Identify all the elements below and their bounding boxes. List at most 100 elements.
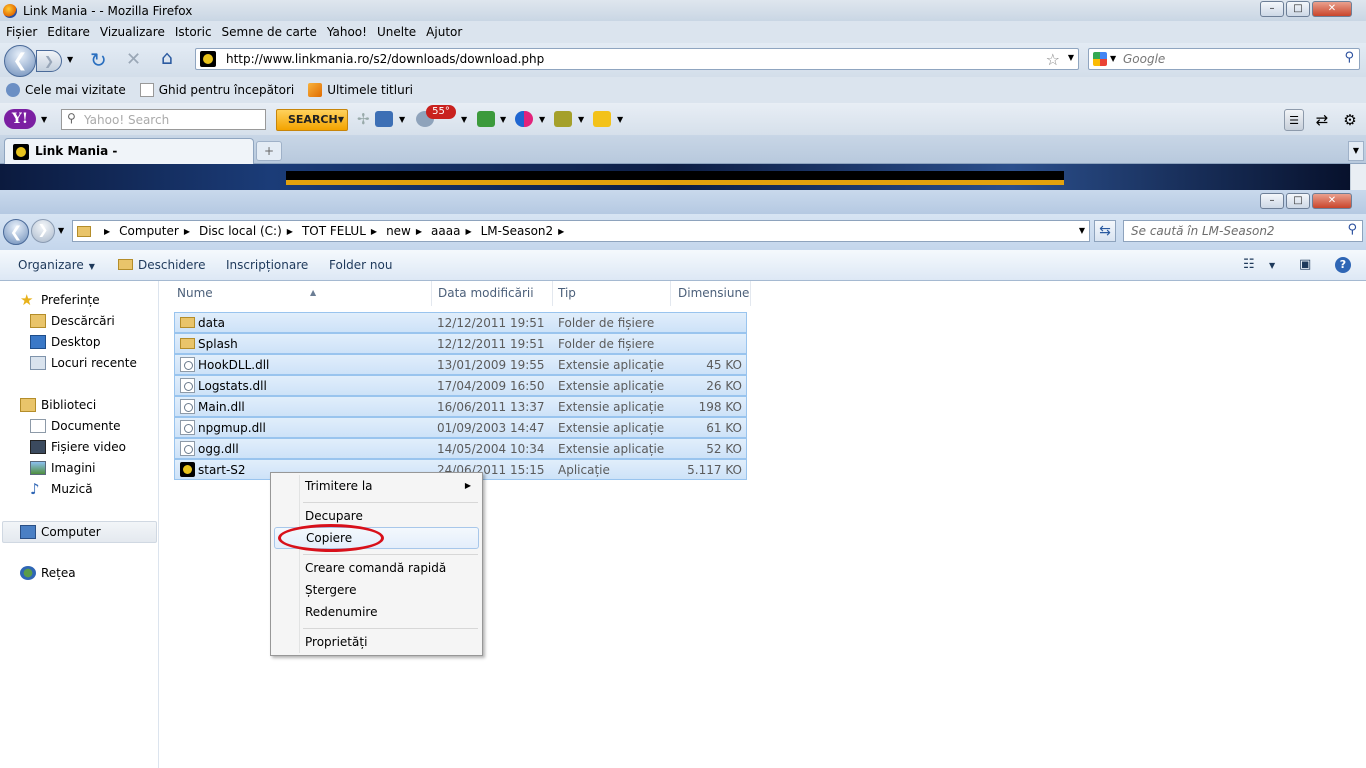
search-engine-dropdown-icon[interactable]: ▼ <box>1110 54 1116 63</box>
open-button[interactable]: Deschidere <box>118 258 205 272</box>
forward-button[interactable]: ❯ <box>36 50 62 72</box>
nav-music[interactable]: ♪ Muzică <box>30 482 93 497</box>
tab-list-dropdown-icon[interactable]: ▼ <box>1348 141 1364 161</box>
menu-item-delete[interactable]: Ștergere <box>274 579 479 601</box>
list-icon[interactable]: ☰ <box>1284 109 1304 131</box>
back-button[interactable]: ❮ <box>4 45 36 77</box>
menu-file[interactable]: Fișier <box>6 25 37 39</box>
page-scrollbar[interactable] <box>1350 164 1366 190</box>
menu-edit[interactable]: Editare <box>47 25 90 39</box>
menu-item-cut[interactable]: Decupare <box>274 505 479 527</box>
radio-dropdown-icon[interactable]: ▼ <box>500 115 506 124</box>
search-bar[interactable]: ▼ Google ⚲ <box>1088 48 1360 70</box>
new-folder-button[interactable]: Folder nou <box>329 258 392 272</box>
chevron-right-icon[interactable]: ▶ <box>184 227 190 236</box>
bookmark-latest-headlines[interactable]: Ultimele titluri <box>308 83 413 97</box>
nav-libraries[interactable]: Biblioteci <box>20 398 96 412</box>
organize-button[interactable]: Organizare ▼ <box>18 258 95 272</box>
url-dropdown-icon[interactable]: ▼ <box>1068 53 1074 62</box>
tab-link-mania[interactable]: Link Mania - <box>4 138 254 164</box>
breadcrumb-local-disk[interactable]: Disc local (C:) ▶ <box>199 224 302 238</box>
stop-icon[interactable]: ✕ <box>126 49 141 70</box>
menu-view[interactable]: Vizualizare <box>100 25 165 39</box>
breadcrumb-aaaa[interactable]: aaaa ▶ <box>431 224 481 238</box>
view-dropdown-icon[interactable]: ▼ <box>1269 261 1275 270</box>
nav-pictures[interactable]: Imagini <box>30 461 95 475</box>
yahoo-search-input[interactable]: ⚲ Yahoo! Search <box>61 109 266 130</box>
chevron-right-icon[interactable]: ▶ <box>416 227 422 236</box>
nav-downloads[interactable]: Descărcări <box>30 314 115 328</box>
help-icon[interactable]: ? <box>1335 257 1351 273</box>
breadcrumb[interactable]: ▶ Computer ▶ Disc local (C:) ▶ TOT FELUL ▶ … <box>72 220 1090 242</box>
search-icon[interactable]: ⚲ <box>1344 50 1354 65</box>
preview-pane-icon[interactable]: ▣ <box>1299 257 1311 272</box>
minimize-button[interactable]: – <box>1260 1 1284 17</box>
gear-icon[interactable]: ⚙ <box>1340 109 1360 131</box>
home-icon[interactable]: ⌂ <box>161 47 173 69</box>
nav-favorites[interactable]: ★ Preferințe <box>20 293 100 308</box>
table-row[interactable]: data 12/12/2011 19:51 Folder de fișiere <box>174 312 747 333</box>
column-header-size[interactable]: Dimensiune <box>673 281 751 306</box>
nav-recent-places[interactable]: Locuri recente <box>30 356 137 370</box>
chevron-right-icon[interactable]: ▶ <box>558 227 564 236</box>
nav-network[interactable]: Rețea <box>20 566 76 580</box>
close-button[interactable]: ✕ <box>1312 1 1352 17</box>
flickr-dropdown-icon[interactable]: ▼ <box>539 115 545 124</box>
yahoo-logo[interactable]: Y! <box>4 109 36 129</box>
chevron-right-icon[interactable]: ▶ <box>465 227 471 236</box>
refresh-icon[interactable]: ⇆ <box>1094 220 1116 242</box>
menu-item-rename[interactable]: Redenumire <box>274 601 479 623</box>
nav-videos[interactable]: Fișiere video <box>30 440 126 454</box>
table-row[interactable]: Logstats.dll 17/04/2009 16:50 Extensie apl… <box>174 375 747 396</box>
table-row[interactable]: Splash 12/12/2011 19:51 Folder de fișiere <box>174 333 747 354</box>
column-header-modified[interactable]: Data modificării <box>433 281 553 306</box>
menu-bookmarks[interactable]: Semne de carte <box>222 25 317 39</box>
table-row[interactable]: ogg.dll 14/05/2004 10:34 Extensie aplicați… <box>174 438 747 459</box>
answers-dropdown-icon[interactable]: ▼ <box>578 115 584 124</box>
folder-search-input[interactable]: Se caută în LM-Season2 ⚲ <box>1123 220 1363 242</box>
flickr-icon[interactable] <box>515 111 533 127</box>
radio-icon[interactable] <box>477 111 495 127</box>
menu-item-properties[interactable]: Proprietăți <box>274 631 479 653</box>
maximize-button[interactable]: □ <box>1286 1 1310 17</box>
burn-button[interactable]: Inscripționare <box>226 258 308 272</box>
view-options-icon[interactable]: ☷ <box>1243 257 1255 272</box>
breadcrumb-lm-season2[interactable]: LM-Season2 ▶ <box>481 224 574 238</box>
column-header-name[interactable]: Nume ▲ <box>172 281 432 306</box>
mail-dropdown-icon[interactable]: ▼ <box>399 115 405 124</box>
menu-history[interactable]: Istoric <box>175 25 212 39</box>
yahoo-search-button[interactable]: SEARCH ▼ <box>276 109 348 131</box>
menu-item-create-shortcut[interactable]: Creare comandă rapidă <box>274 557 479 579</box>
column-header-type[interactable]: Tip <box>553 281 671 306</box>
breadcrumb-new[interactable]: new ▶ <box>386 224 431 238</box>
address-dropdown-icon[interactable]: ▼ <box>1079 226 1085 235</box>
menu-item-send-to[interactable]: Trimitere la ▶ <box>274 475 479 497</box>
maximize-button[interactable]: □ <box>1286 193 1310 209</box>
new-tab-button[interactable]: + <box>256 141 282 161</box>
menu-help[interactable]: Ajutor <box>426 25 462 39</box>
chevron-down-icon[interactable]: ▼ <box>338 110 344 130</box>
google-icon[interactable] <box>1093 52 1107 66</box>
menu-yahoo[interactable]: Yahoo! <box>327 25 367 39</box>
yahoo-dropdown-icon[interactable]: ▼ <box>41 115 47 124</box>
reload-icon[interactable]: ↻ <box>90 48 107 72</box>
swap-icon[interactable]: ⇄ <box>1312 109 1332 131</box>
ebay-dropdown-icon[interactable]: ▼ <box>617 115 623 124</box>
back-button[interactable]: ❮ <box>3 219 29 245</box>
history-dropdown-icon[interactable]: ▼ <box>67 55 73 64</box>
bookmark-star-icon[interactable]: ☆ <box>1046 50 1060 69</box>
close-button[interactable]: ✕ <box>1312 193 1352 209</box>
nav-computer[interactable]: Computer <box>2 521 157 543</box>
recent-pages-dropdown-icon[interactable]: ▼ <box>58 226 64 235</box>
breadcrumb-computer[interactable]: Computer ▶ <box>119 224 199 238</box>
minimize-button[interactable]: – <box>1260 193 1284 209</box>
weather-dropdown-icon[interactable]: ▼ <box>461 115 467 124</box>
table-row[interactable]: Main.dll 16/06/2011 13:37 Extensie aplicaț… <box>174 396 747 417</box>
ebay-icon[interactable] <box>593 111 611 127</box>
url-bar[interactable]: http://www.linkmania.ro/s2/downloads/dow… <box>195 48 1079 70</box>
answers-icon[interactable] <box>554 111 572 127</box>
mail-icon[interactable] <box>375 111 393 127</box>
menu-tools[interactable]: Unelte <box>377 25 416 39</box>
table-row[interactable]: HookDLL.dll 13/01/2009 19:55 Extensie apli… <box>174 354 747 375</box>
nav-desktop[interactable]: Desktop <box>30 335 101 349</box>
